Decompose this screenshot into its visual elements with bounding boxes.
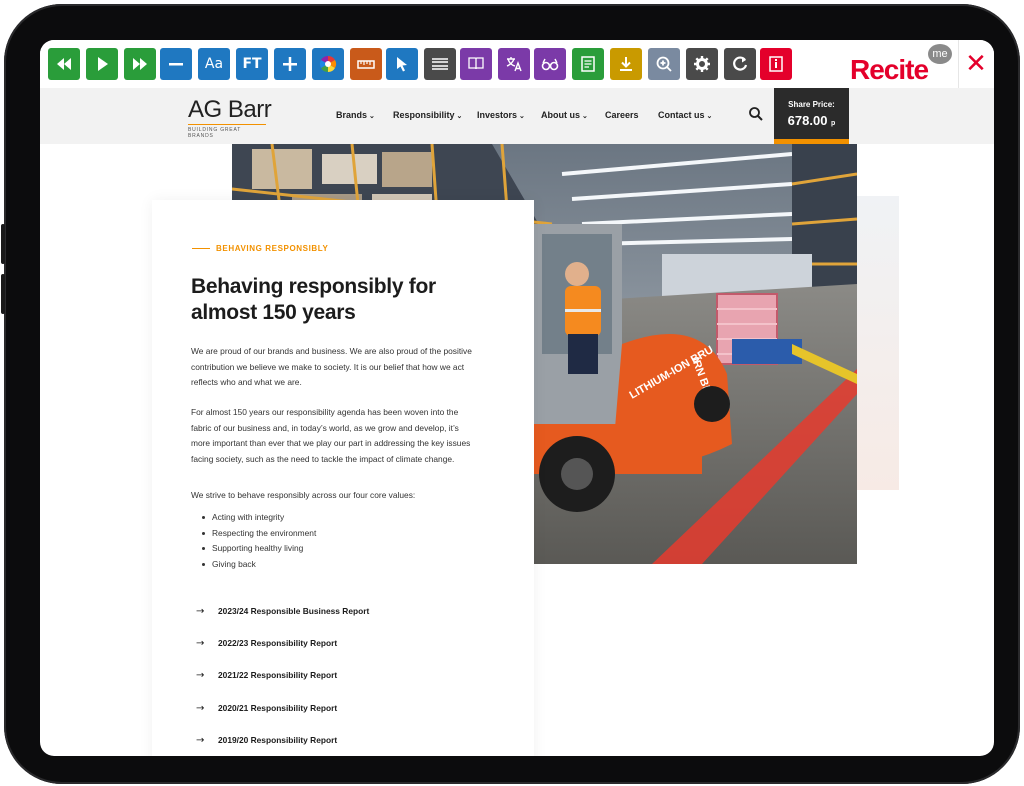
share-price-widget[interactable]: Share Price: 678.00 p [774,88,849,144]
share-price-label: Share Price: [788,100,835,109]
tablet-frame: Aa FT Recite me ✕ AG Barr BUILDING GREAT… [1,4,1020,784]
ag-barr-logo[interactable]: AG Barr BUILDING GREAT BRANDS [188,96,272,139]
chevron-down-icon: ⌄ [519,113,525,120]
list-item: Giving back [191,557,316,573]
site-header: AG Barr BUILDING GREAT BRANDS Brands ⌄ Re… [40,88,994,144]
logo-name: AG Barr [188,96,272,123]
report-link[interactable]: → 2022/23 Responsibility Report [196,638,337,649]
download-icon[interactable] [610,48,642,80]
list-item: Acting with integrity [191,510,316,526]
settings-icon[interactable] [686,48,718,80]
rewind-icon[interactable] [48,48,80,80]
arrow-right-icon: → [196,703,205,714]
nav-about-us[interactable]: About us ⌄ [541,110,588,120]
list-item: Respecting the environment [191,526,316,542]
font-type-icon[interactable]: FT [236,48,268,80]
nav-label: Contact us [658,110,705,120]
recite-badge: me [928,44,952,64]
ruler-icon[interactable] [350,48,382,80]
close-icon[interactable]: ✕ [962,49,990,79]
report-link[interactable]: → 2023/24 Responsible Business Report [196,606,369,617]
share-price-value: 678.00 p [787,113,836,128]
chevron-down-icon: ⌄ [456,113,463,120]
nav-label: Careers [605,110,639,120]
recite-wordmark: Recite [850,54,929,85]
nav-contact-us[interactable]: Contact us ⌄ [658,110,712,120]
arrow-right-icon: → [196,606,205,617]
translate-icon[interactable] [498,48,530,80]
nav-careers[interactable]: Careers [605,110,639,120]
volume-button [1,224,5,264]
recite-logo: Recite me [850,44,958,85]
minus-icon[interactable] [160,48,192,80]
arrow-right-icon: → [196,638,205,649]
dictionary-icon[interactable] [460,48,492,80]
nav-investors[interactable]: Investors ⌄ [477,110,525,120]
screen: Aa FT Recite me ✕ AG Barr BUILDING GREAT… [40,40,994,756]
nav-label: Investors [477,110,518,120]
values-intro: We strive to behave responsibly across o… [191,490,416,500]
reset-icon[interactable] [724,48,756,80]
chevron-down-icon: ⌄ [582,113,588,120]
content-card: BEHAVING RESPONSIBLY Behaving responsibl… [152,200,534,756]
play-icon[interactable] [86,48,118,80]
nav-label: Responsibility [393,110,455,120]
nav-label: Brands [336,110,368,120]
report-link[interactable]: → 2019/20 Responsibility Report [196,735,337,746]
page-title: Behaving responsibly for almost 150 year… [191,275,436,324]
nav-label: About us [541,110,580,120]
toolbar-divider [958,40,959,88]
glasses-icon[interactable] [534,48,566,80]
color-wheel-icon[interactable] [312,48,344,80]
logo-tagline: BUILDING GREAT BRANDS [188,124,266,139]
plus-icon[interactable] [274,48,306,80]
volume-button [1,274,5,314]
info-icon[interactable] [760,48,792,80]
font-size-icon[interactable]: Aa [198,48,230,80]
report-link[interactable]: → 2020/21 Responsibility Report [196,703,337,714]
search-icon[interactable] [748,106,764,122]
eyebrow-line [192,248,210,250]
core-values-list: Acting with integrity Respecting the env… [191,510,316,572]
zoom-icon[interactable] [648,48,680,80]
fast-forward-icon[interactable] [124,48,156,80]
nav-responsibility[interactable]: Responsibility ⌄ [393,110,462,120]
recite-toolbar: Aa FT Recite me ✕ [40,40,994,89]
text-mask-icon[interactable] [424,48,456,80]
decorative-panel [857,196,899,490]
arrow-right-icon: → [196,735,205,746]
list-item: Supporting healthy living [191,541,316,557]
intro-paragraph: We are proud of our brands and business.… [191,346,472,387]
nav-brands[interactable]: Brands ⌄ [336,110,375,120]
agenda-paragraph: For almost 150 years our responsibility … [191,407,471,464]
report-link[interactable]: → 2021/22 Responsibility Report [196,670,337,681]
chevron-down-icon: ⌄ [706,113,713,120]
arrow-right-icon: → [196,670,205,681]
reader-icon[interactable] [572,48,604,80]
section-eyebrow: BEHAVING RESPONSIBLY [192,244,328,253]
cursor-icon[interactable] [386,48,418,80]
chevron-down-icon: ⌄ [369,113,375,120]
